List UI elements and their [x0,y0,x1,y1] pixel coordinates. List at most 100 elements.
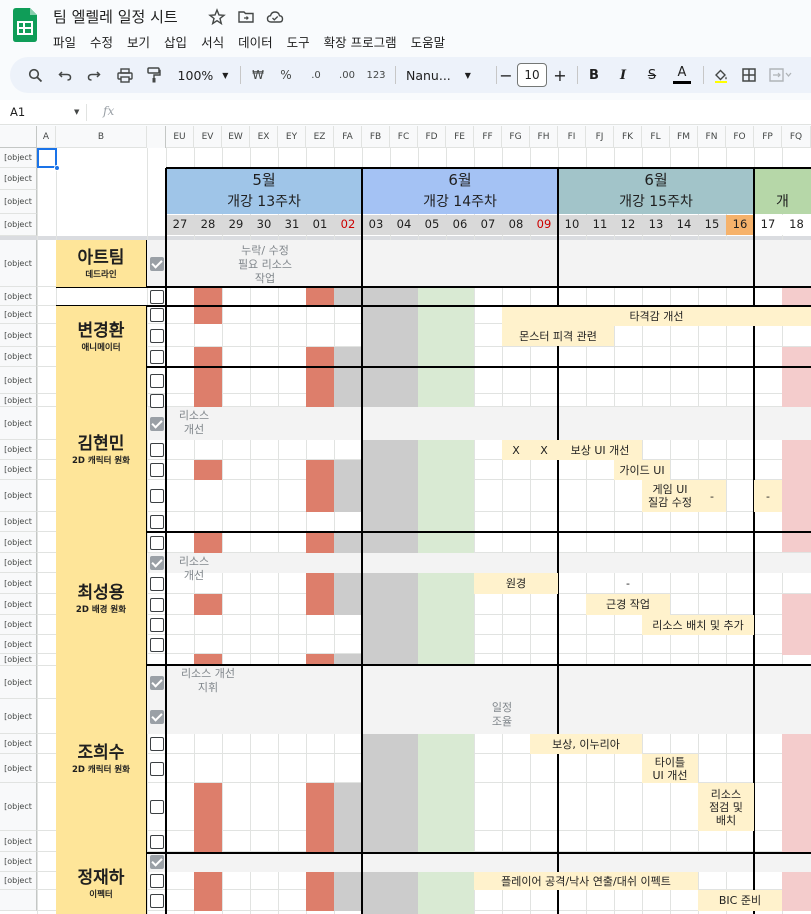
column-header[interactable]: EW [222,126,250,148]
task-checkbox[interactable] [150,577,164,591]
menu-help[interactable]: 도움말 [411,32,446,51]
column-header[interactable]: A [37,126,56,148]
column-header[interactable]: FM [670,126,698,148]
row-header[interactable]: [object Object] [0,573,37,609]
menu-tools[interactable]: 도구 [287,32,310,51]
column-header[interactable]: FD [418,126,446,148]
column-header[interactable]: EV [194,126,222,148]
row-header[interactable]: [object Object] [0,872,37,903]
task-checkbox[interactable] [150,443,164,457]
name-box-dropdown-icon[interactable]: ▼ [74,108,79,116]
row-header[interactable]: [object Object] [0,460,37,494]
sheets-logo-icon[interactable] [13,8,37,42]
row-header[interactable]: [object Object] [0,240,37,315]
task-checkbox[interactable] [150,290,164,304]
select-all-corner[interactable] [0,126,37,148]
column-header[interactable]: FH [530,126,558,148]
row-header[interactable]: [object Object] [0,347,37,381]
row-header[interactable]: [object Object] [0,407,37,461]
menu-extensions[interactable]: 확장 프로그램 [324,32,397,51]
task-checkbox[interactable] [150,417,164,431]
task-checkbox[interactable] [150,638,164,652]
menu-data[interactable]: 데이터 [238,32,273,51]
fill-color-icon[interactable] [710,57,732,93]
menu-view[interactable]: 보기 [127,32,150,51]
column-header[interactable]: FN [698,126,726,148]
row-header[interactable]: [object Object] [0,553,37,587]
increase-decimal-button[interactable]: .00 [334,57,360,93]
number-format-button[interactable]: 123 [364,57,388,93]
row-header[interactable]: [object Object] [0,666,37,720]
column-header[interactable]: FI [558,126,586,148]
row-header[interactable]: [object Object] [0,594,37,630]
row-header[interactable]: [object Object] [0,190,37,230]
strikethrough-button[interactable]: S [642,57,662,93]
row-header[interactable]: [object Object] [0,214,37,251]
increase-font-size-button[interactable]: + [551,57,569,93]
percent-format-button[interactable]: % [276,57,296,93]
menu-file[interactable]: 파일 [53,32,76,51]
task-checkbox[interactable] [150,874,164,888]
row-header[interactable]: [object Object] [0,635,37,668]
font-family-select[interactable]: Nanu... ▼ [406,57,490,93]
task-checkbox[interactable] [150,515,164,529]
column-header[interactable]: EY [278,126,306,148]
column-header[interactable]: FO [726,126,754,148]
font-size-input[interactable]: 10 [517,63,547,87]
row-header[interactable]: [object Object] [0,654,37,676]
decrease-font-size-button[interactable]: − [497,57,515,93]
fill-handle[interactable] [54,165,60,171]
task-checkbox[interactable] [150,800,164,814]
column-header[interactable]: FB [362,126,390,148]
menu-edit[interactable]: 수정 [90,32,113,51]
row-header[interactable]: [object Object] [0,615,37,649]
cloud-saved-icon[interactable] [266,8,284,26]
task-checkbox[interactable] [150,489,164,503]
task-checkbox[interactable] [150,737,164,751]
task-checkbox[interactable] [150,598,164,612]
star-icon[interactable] [208,8,226,26]
task-checkbox[interactable] [150,894,164,908]
column-header[interactable]: B [56,126,147,148]
column-header[interactable]: EU [166,126,194,148]
column-header[interactable]: FE [446,126,474,148]
row-header[interactable]: [object Object] [0,512,37,546]
task-checkbox[interactable] [150,329,164,343]
row-header[interactable]: [object Object] [0,480,37,532]
column-header[interactable]: FC [390,126,418,148]
row-header[interactable]: [object Object] [0,168,37,205]
row-header[interactable]: [object Object] [0,734,37,768]
task-checkbox[interactable] [150,762,164,776]
print-icon[interactable] [113,57,137,93]
row-header[interactable] [0,890,37,911]
row-header[interactable]: [object Object] [0,831,37,867]
merge-cells-icon[interactable] [766,57,796,93]
row-header[interactable]: [object Object] [0,287,37,320]
document-title[interactable]: 팀 엘렐레 일정 시트 [53,6,178,27]
row-header[interactable]: [object Object] [0,440,37,474]
task-checkbox[interactable] [150,350,164,364]
formula-input[interactable] [126,102,806,123]
row-header[interactable]: [object Object] [0,394,37,418]
column-header[interactable]: FF [474,126,502,148]
borders-icon[interactable] [738,57,760,93]
task-checkbox[interactable] [150,308,164,322]
paint-format-icon[interactable] [143,57,165,93]
task-checkbox[interactable] [150,556,164,570]
task-checkbox[interactable] [150,536,164,550]
menu-format[interactable]: 서식 [201,32,224,51]
task-checkbox[interactable] [150,676,164,690]
column-header[interactable]: FK [614,126,642,148]
row-header[interactable]: [object Object] [0,783,37,859]
search-menus-icon[interactable] [24,57,46,93]
task-checkbox[interactable] [150,618,164,632]
task-checkbox[interactable] [150,855,164,869]
row-header[interactable]: [object Object] [0,367,37,412]
redo-icon[interactable] [83,57,105,93]
decrease-decimal-button[interactable]: .0 [304,57,328,93]
spreadsheet-grid[interactable]: A B EU EV EW EX EY EZ FA FB FC FD FE FF FG FH FI FJ FK FL FM… [0,126,811,914]
name-box[interactable]: A1 [10,105,25,119]
task-checkbox[interactable] [150,374,164,388]
column-header[interactable]: FA [334,126,362,148]
menu-insert[interactable]: 삽입 [164,32,187,51]
